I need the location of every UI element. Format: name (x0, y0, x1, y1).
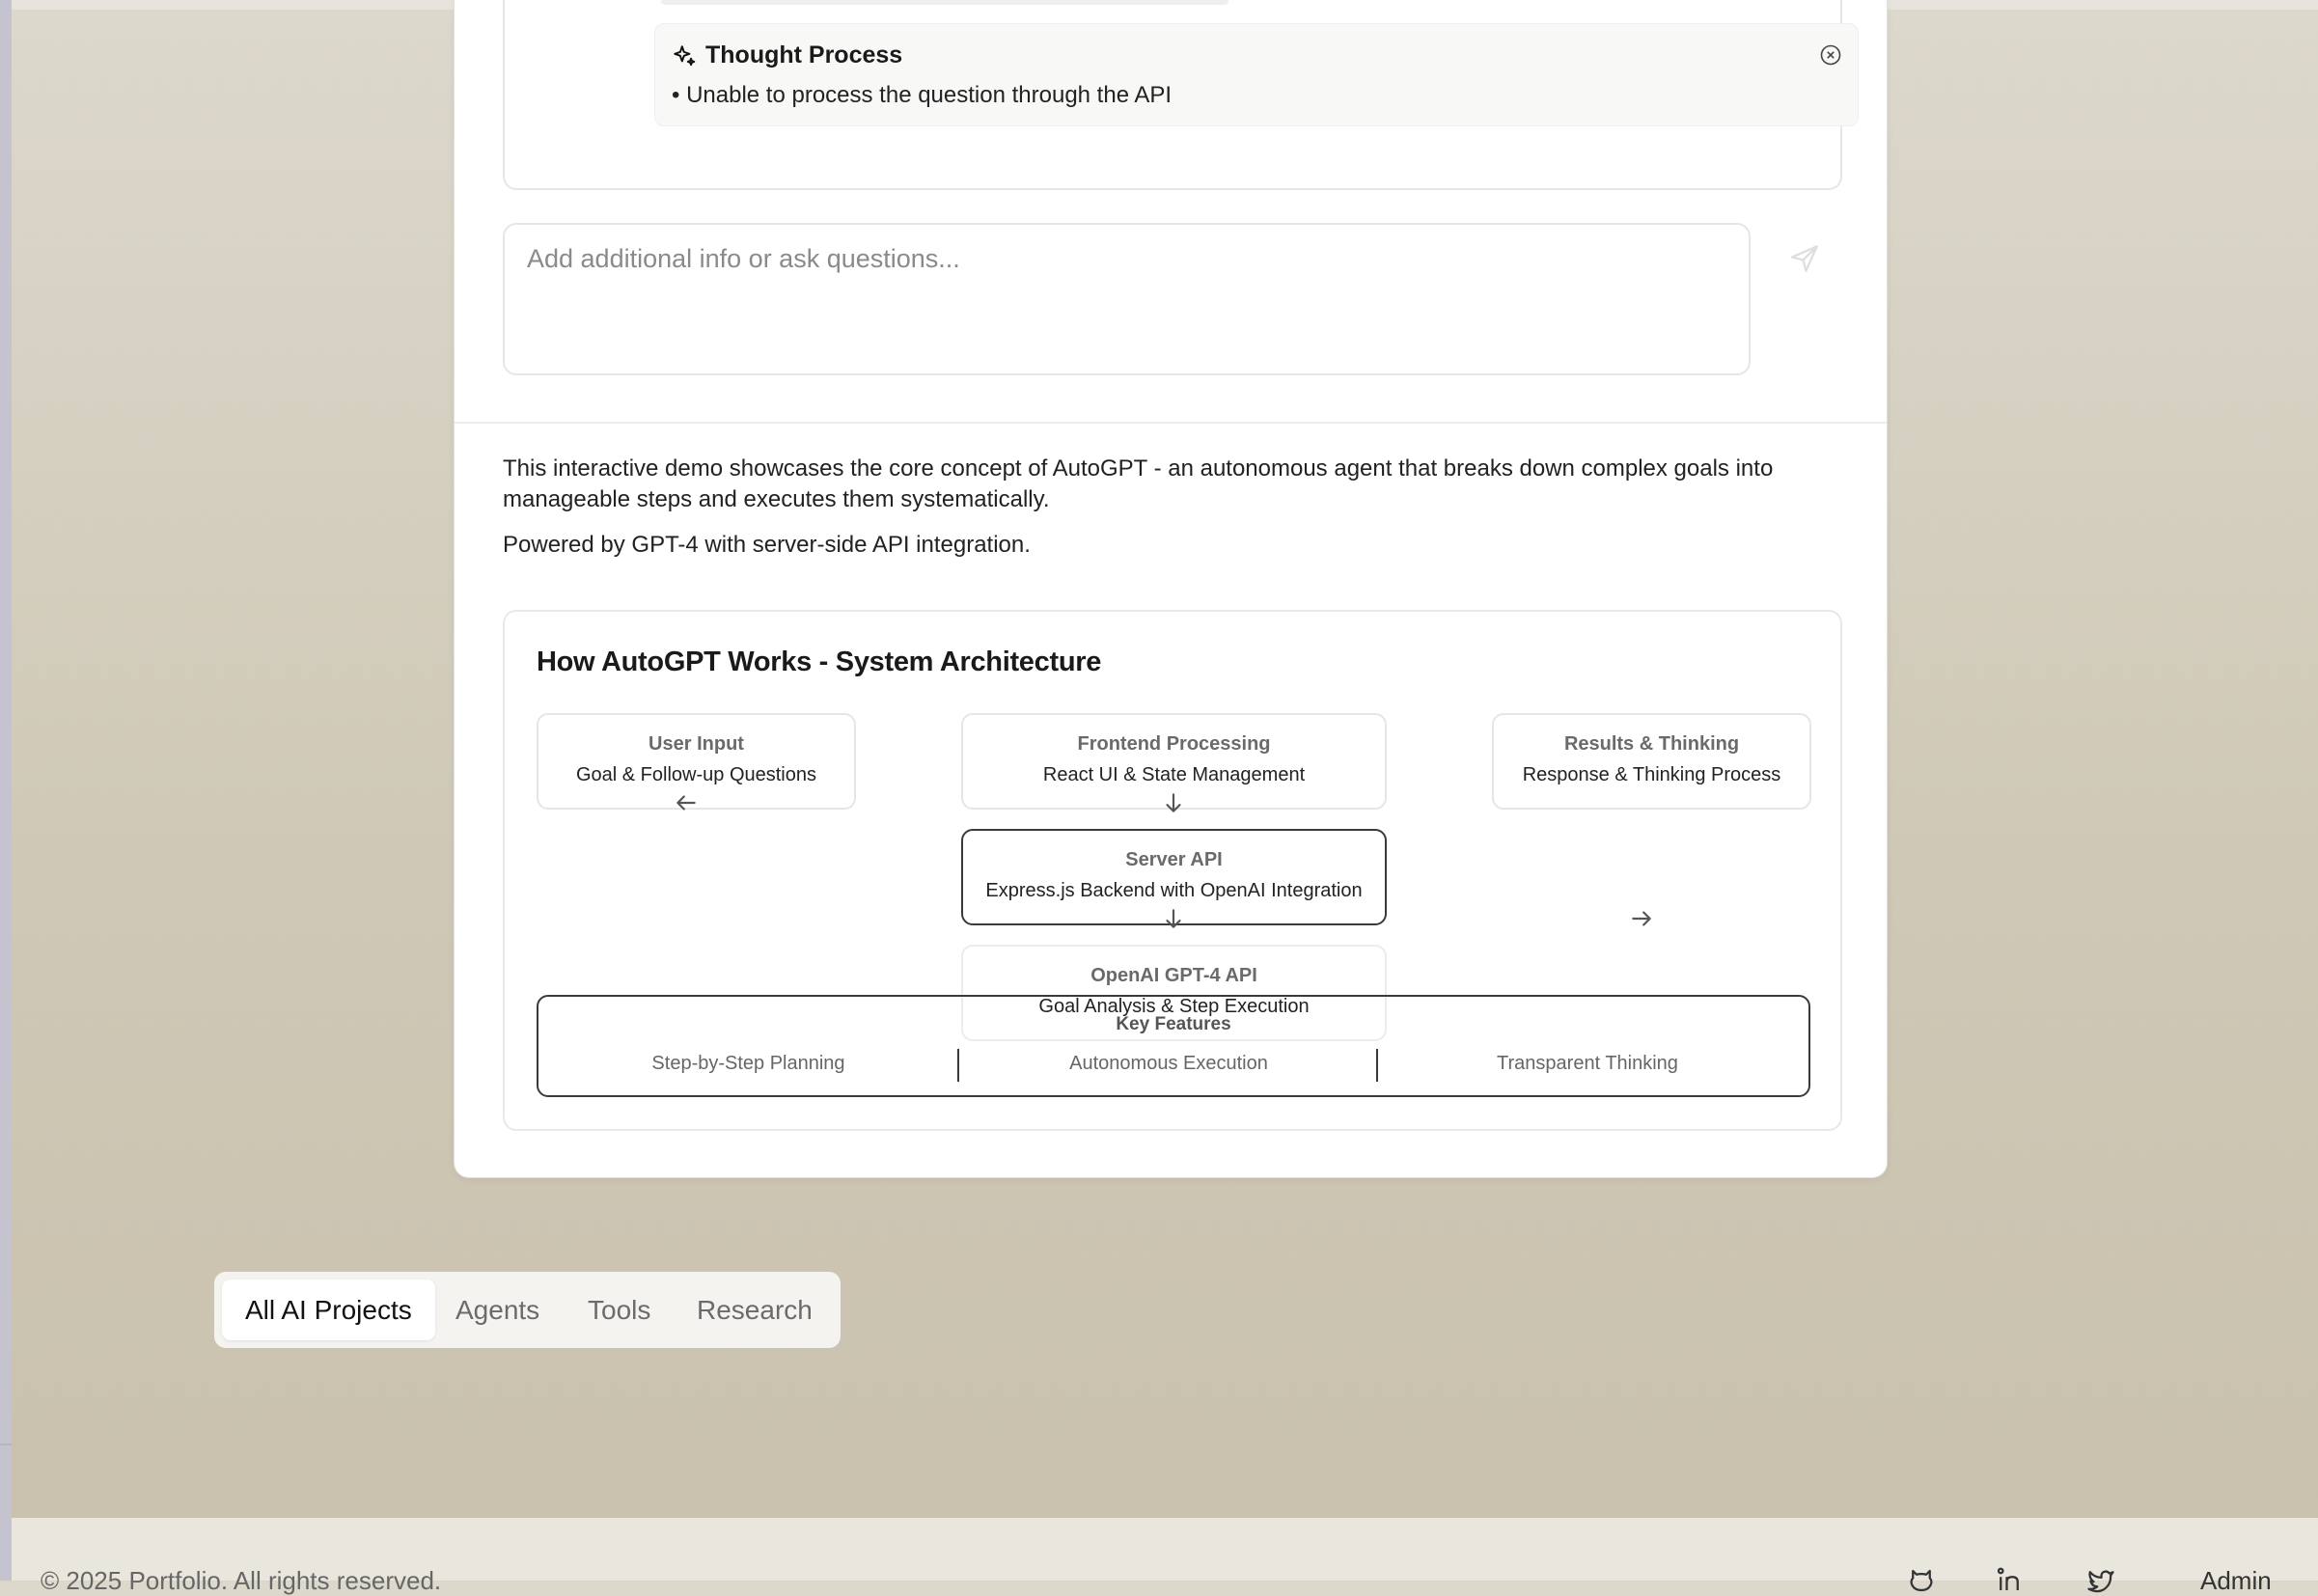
chat-message-panel: Thought Process • Unable to process the … (503, 0, 1859, 190)
node-openai-title: OpenAI GPT-4 API (1090, 965, 1257, 986)
architecture-title: How AutoGPT Works - System Architecture (537, 647, 1102, 677)
arrow-down-icon (1166, 909, 1181, 928)
tab-agents[interactable]: Agents (455, 1280, 539, 1340)
thought-process-title: Thought Process (705, 41, 903, 69)
autogpt-demo-card: Thought Process • Unable to process the … (454, 0, 1888, 1178)
feature-transparent-thinking: Transparent Thinking (1497, 1053, 1678, 1074)
node-server-api-title: Server API (1125, 849, 1223, 870)
github-icon[interactable] (1907, 1566, 1936, 1595)
previous-message-fragment (661, 0, 1228, 5)
project-filter-tabs: All AI Projects Agents Tools Research (214, 1272, 841, 1348)
powered-by-text: Powered by GPT-4 with server-side API in… (503, 532, 1031, 558)
section-divider (455, 422, 1887, 424)
node-user-input-subtitle: Goal & Follow-up Questions (575, 764, 816, 785)
sparkles-icon (674, 44, 696, 66)
node-frontend-title: Frontend Processing (1077, 733, 1271, 755)
key-features-title: Key Features (1116, 1014, 1231, 1034)
node-user-input-title: User Input (648, 733, 744, 755)
tab-tools[interactable]: Tools (588, 1280, 650, 1340)
node-server-api-subtitle: Express.js Backend with OpenAI Integrati… (985, 880, 1363, 901)
thought-process-item: • Unable to process the question through… (672, 82, 1173, 108)
node-results-title: Results & Thinking (1563, 733, 1740, 755)
arrow-down-icon (1166, 793, 1181, 812)
architecture-diagram: How AutoGPT Works - System Architecture … (503, 610, 1842, 1131)
site-footer: © 2025 Portfolio. All rights reserved. A… (12, 1518, 2318, 1595)
node-frontend-subtitle: React UI & State Management (1042, 764, 1306, 785)
admin-link[interactable]: Admin (2200, 1566, 2272, 1596)
arrow-right-icon (1632, 911, 1651, 926)
feature-step-planning: Step-by-Step Planning (651, 1053, 845, 1074)
window-left-edge (0, 0, 12, 1581)
feature-autonomous-execution: Autonomous Execution (1069, 1053, 1268, 1074)
key-features-box: Key Features Step-by-Step Planning Auton… (537, 995, 1810, 1097)
thought-process-header: Thought Process (672, 41, 902, 69)
linkedin-icon[interactable] (1995, 1566, 2024, 1595)
demo-description: This interactive demo showcases the core… (503, 455, 1774, 512)
node-results-subtitle: Response & Thinking Process (1522, 764, 1781, 785)
send-icon[interactable] (1788, 242, 1821, 275)
chat-input[interactable] (503, 223, 1751, 375)
tab-research[interactable]: Research (697, 1280, 813, 1340)
arrow-left-icon (676, 795, 696, 811)
window-left-divider (0, 1444, 12, 1445)
footer-copyright: © 2025 Portfolio. All rights reserved. (41, 1566, 442, 1595)
close-circle-icon[interactable] (1819, 43, 1842, 67)
node-results-thinking: Results & Thinking Response & Thinking P… (1492, 713, 1811, 810)
thought-process-panel: Thought Process • Unable to process the … (654, 23, 1859, 126)
tab-all-ai-projects[interactable]: All AI Projects (222, 1280, 435, 1340)
twitter-icon[interactable] (2086, 1566, 2115, 1595)
